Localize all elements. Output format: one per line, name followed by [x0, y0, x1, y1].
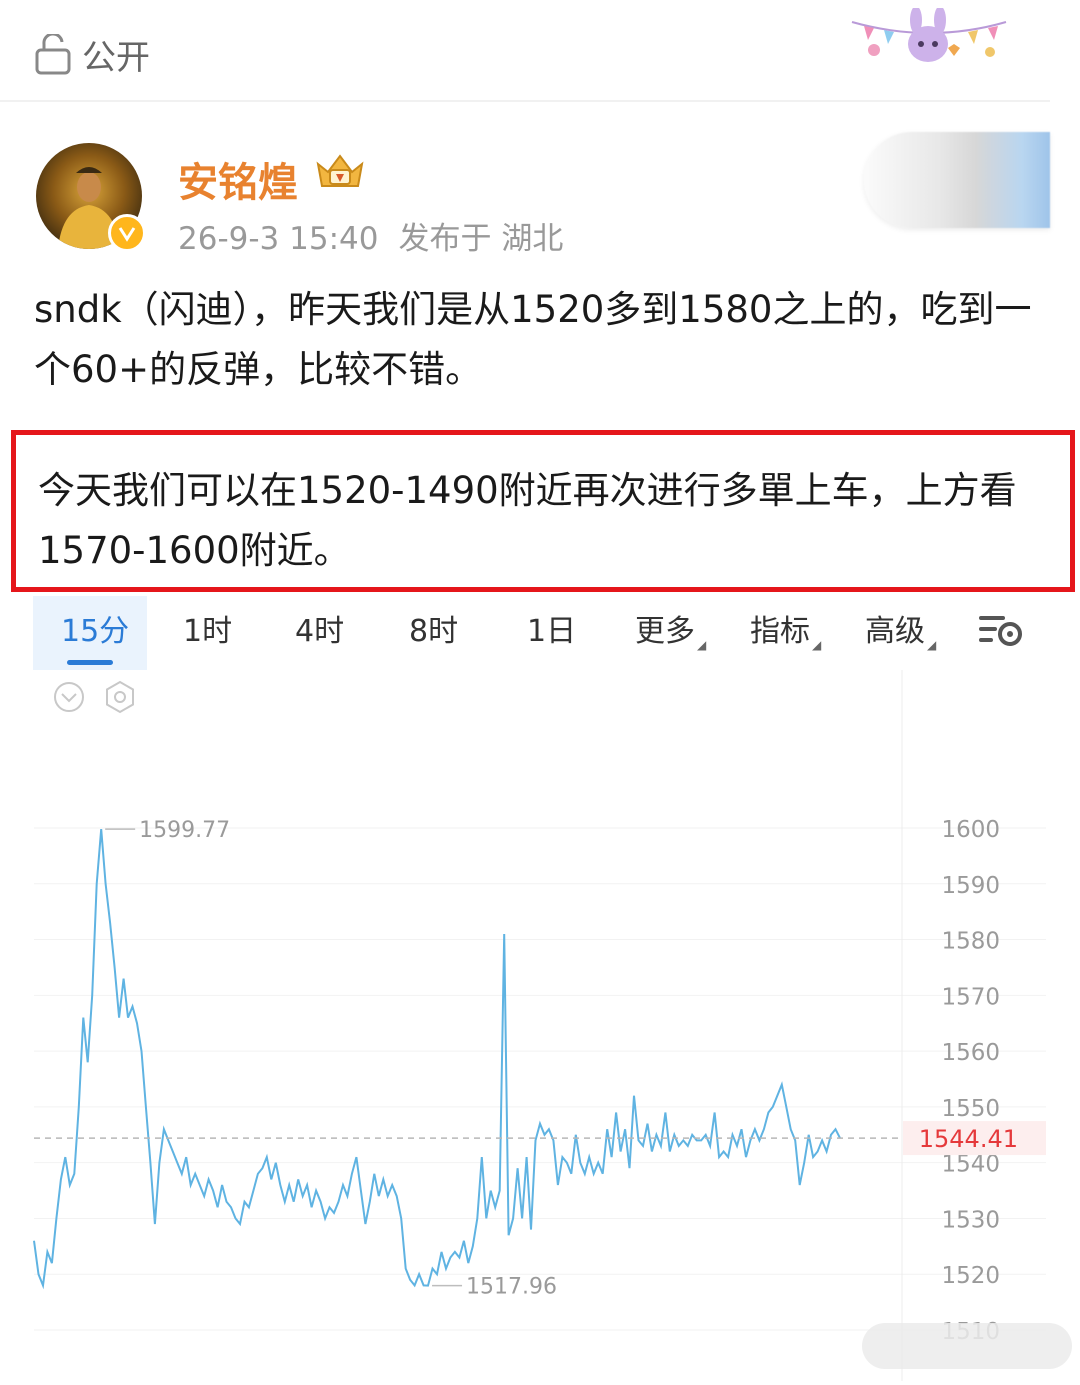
max-price-label: 1599.77: [139, 818, 230, 843]
price-line: [33, 829, 841, 1290]
tab-more[interactable]: 更多 ◢: [635, 606, 706, 652]
tab-4h[interactable]: 4时: [295, 606, 344, 650]
highlight-text: 今天我们可以在1520-1490附近再次进行多單上车，上方看1570-1600附…: [38, 469, 1017, 572]
tab-1d[interactable]: 1日: [527, 606, 576, 650]
caret-icon: ◢: [697, 638, 707, 652]
price-chart[interactable]: 1600159015801570156015501540153015201510…: [0, 670, 1080, 1381]
post-location: 发布于 湖北: [398, 221, 564, 257]
visibility-toggle[interactable]: 公开: [34, 30, 150, 79]
visibility-label: 公开: [82, 38, 150, 78]
active-tab-underline: [67, 660, 113, 665]
collapse-icon[interactable]: [54, 682, 84, 712]
tab-more-label: 更多: [635, 614, 695, 649]
tab-8h[interactable]: 8时: [409, 606, 458, 650]
settings-hex-icon[interactable]: [106, 680, 134, 714]
party-decoration-icon: [851, 8, 1007, 62]
y-tick-label: 1580: [941, 929, 1000, 955]
top-bar: 公开: [0, 0, 1080, 100]
y-tick-label: 1540: [941, 1152, 1000, 1178]
tab-advanced-label: 高级: [865, 614, 925, 649]
post-timestamp: 26-9-3 15:40: [178, 221, 379, 257]
watermark: [862, 1323, 1072, 1369]
vip-crown-icon: [316, 154, 364, 187]
caret-icon: ◢: [927, 638, 937, 652]
y-tick-label: 1600: [941, 817, 1000, 843]
y-tick-label: 1550: [941, 1096, 1000, 1122]
tab-15min[interactable]: 15分: [61, 606, 129, 650]
tab-advanced[interactable]: 高级 ◢: [865, 606, 936, 652]
min-price-label: 1517.96: [466, 1275, 557, 1300]
caret-icon: ◢: [812, 638, 822, 652]
y-tick-label: 1590: [941, 873, 1000, 899]
current-price-label: 1544.41: [919, 1125, 1018, 1153]
y-tick-label: 1520: [941, 1263, 1000, 1289]
post-meta: 26-9-3 15:40 发布于 湖北: [178, 213, 563, 258]
chart-settings-icon[interactable]: [977, 610, 1023, 650]
blurred-follow-button[interactable]: [864, 132, 1050, 228]
y-tick-label: 1530: [941, 1207, 1000, 1233]
highlight-box: 今天我们可以在1520-1490附近再次进行多單上车，上方看1570-1600附…: [11, 430, 1075, 592]
y-tick-label: 1570: [941, 984, 1000, 1010]
username[interactable]: 安铭煌: [178, 150, 298, 208]
post-text: sndk（闪迪），昨天我们是从1520多到1580之上的，吃到一个60+的反弹，…: [34, 288, 1032, 391]
tab-indicators-label: 指标: [750, 614, 810, 649]
tab-indicators[interactable]: 指标 ◢: [750, 606, 821, 652]
divider: [0, 100, 1050, 102]
chart-timeframe-tabs: 15分 1时 4时 8时 1日 更多 ◢ 指标 ◢ 高级 ◢: [33, 596, 1045, 670]
y-tick-label: 1560: [941, 1040, 1000, 1066]
tab-1h[interactable]: 1时: [183, 606, 232, 650]
price-chart-svg[interactable]: 1600159015801570156015501540153015201510…: [0, 670, 1080, 1381]
verified-badge-icon: [108, 214, 146, 252]
lock-icon: [35, 33, 71, 74]
